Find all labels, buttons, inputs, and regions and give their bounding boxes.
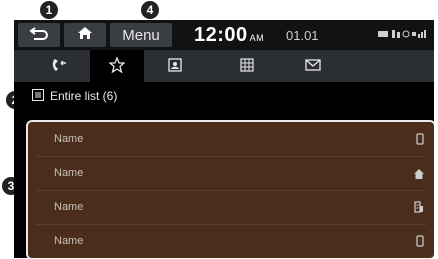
date: 01.01 xyxy=(286,28,319,43)
tab-keypad[interactable] xyxy=(220,50,274,80)
callout-4: 4 xyxy=(141,1,159,19)
call-log-icon xyxy=(50,57,68,73)
home-icon xyxy=(414,166,424,184)
tab-bar xyxy=(14,50,434,82)
tab-favorites[interactable] xyxy=(90,50,144,82)
back-icon xyxy=(29,25,49,46)
tab-messages[interactable] xyxy=(286,50,340,80)
callout-1: 1 xyxy=(40,1,58,19)
clock: 12:00 AM xyxy=(194,24,264,47)
list-item[interactable]: Name xyxy=(28,156,434,190)
status-bar: Menu 12:00 AM 01.01 xyxy=(14,20,434,50)
envelope-icon xyxy=(305,59,321,71)
office-icon xyxy=(414,200,424,218)
clock-time: 12:00 xyxy=(194,24,248,46)
list-icon xyxy=(32,88,44,104)
list-item[interactable]: Name xyxy=(28,122,434,156)
contacts-icon xyxy=(168,58,182,72)
home-button[interactable] xyxy=(64,23,106,47)
dialpad-icon xyxy=(240,58,254,72)
star-icon xyxy=(109,57,125,73)
contact-name: Name xyxy=(54,133,84,145)
list-item[interactable]: Name xyxy=(28,190,434,224)
contact-name: Name xyxy=(54,235,84,247)
tab-contacts[interactable] xyxy=(148,50,202,80)
entire-list-button[interactable]: Entire list (6) xyxy=(32,86,117,106)
mobile-phone-icon xyxy=(416,234,424,252)
back-button[interactable] xyxy=(18,23,60,47)
entire-list-label: Entire list (6) xyxy=(50,89,118,103)
list-item[interactable]: Name xyxy=(28,224,434,258)
favorites-list: Name Name Name Name xyxy=(26,120,434,258)
home-icon xyxy=(77,26,93,45)
clock-ampm: AM xyxy=(249,33,265,43)
contact-name: Name xyxy=(54,201,84,213)
phone-screen: Menu 12:00 AM 01.01 Entire list (6) Name… xyxy=(14,20,434,258)
tab-recent-calls[interactable] xyxy=(32,50,86,80)
mobile-phone-icon xyxy=(416,132,424,150)
contact-name: Name xyxy=(54,167,84,179)
menu-button[interactable]: Menu xyxy=(110,23,172,47)
status-icons xyxy=(378,29,428,41)
